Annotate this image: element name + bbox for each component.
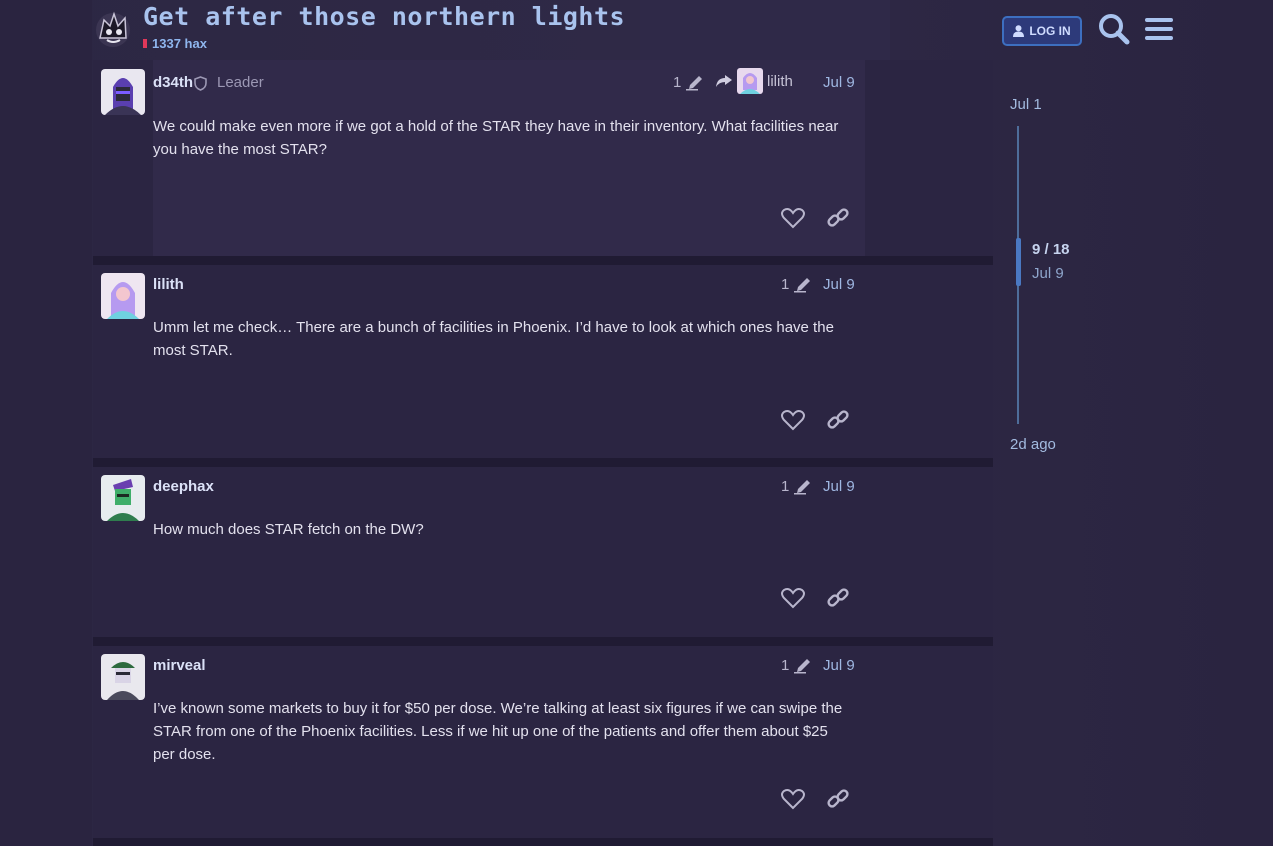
edit-count: 1 (781, 657, 790, 674)
post-date[interactable]: Jul 9 (823, 657, 855, 674)
reply-to-username: lilith (767, 72, 793, 90)
hamburger-menu-icon[interactable] (1142, 12, 1176, 46)
pencil-icon (794, 658, 811, 673)
avatar[interactable] (101, 273, 145, 319)
shield-icon (194, 76, 207, 91)
edit-count: 1 (781, 276, 790, 293)
category-label: 1337 hax (152, 36, 207, 51)
avatar[interactable] (101, 654, 145, 700)
edit-history-button[interactable]: 1 (781, 276, 813, 293)
username[interactable]: mirveal (153, 657, 206, 674)
timeline-handle[interactable] (1016, 238, 1021, 286)
heart-icon[interactable] (780, 407, 806, 433)
post-divider (93, 458, 993, 467)
pencil-icon (686, 75, 703, 90)
user-icon (1013, 25, 1025, 37)
post-mirveal: mirveal 1 Jul 9 I’ve known some markets … (93, 646, 993, 838)
pencil-icon (794, 277, 811, 292)
heart-icon[interactable] (780, 786, 806, 812)
post-divider (93, 838, 993, 846)
login-label: LOG IN (1029, 24, 1071, 38)
user-title: Leader (217, 74, 264, 91)
timeline-position: 9 / 18 (1032, 241, 1070, 258)
site-header: Get after those northern lights 1337 hax… (0, 0, 1273, 58)
post-deephax: deephax 1 Jul 9 How much does STAR fetch… (93, 467, 993, 637)
timeline-start-date[interactable]: Jul 1 (1010, 96, 1042, 113)
username[interactable]: d34th (153, 74, 193, 91)
login-button[interactable]: LOG IN (1002, 16, 1082, 46)
heart-icon[interactable] (780, 205, 806, 231)
reply-arrow-icon (716, 75, 732, 87)
post-date[interactable]: Jul 9 (823, 74, 855, 91)
category-color-swatch (143, 39, 147, 48)
edit-history-button[interactable]: 1 (673, 74, 705, 91)
post-divider (93, 256, 993, 265)
pencil-icon (794, 479, 811, 494)
username[interactable]: lilith (153, 276, 184, 293)
link-icon[interactable] (825, 407, 851, 433)
post-divider (93, 637, 993, 646)
edit-history-button[interactable]: 1 (781, 657, 813, 674)
edit-count: 1 (673, 74, 682, 91)
avatar[interactable] (101, 475, 145, 521)
link-icon[interactable] (825, 786, 851, 812)
link-icon[interactable] (825, 585, 851, 611)
post-lilith: lilith 1 Jul 9 Umm let me check… There a… (93, 265, 993, 458)
timeline-position-date: Jul 9 (1032, 265, 1064, 282)
post-body: Umm let me check… There are a bunch of f… (153, 319, 834, 359)
timeline-end-date[interactable]: 2d ago (1010, 436, 1056, 453)
topic-title[interactable]: Get after those northern lights (143, 2, 625, 31)
reply-to-tab[interactable]: lilith (715, 68, 793, 94)
avatar[interactable] (101, 69, 145, 115)
search-icon[interactable] (1097, 12, 1131, 46)
post-body: We could make even more if we got a hold… (153, 118, 839, 158)
link-icon[interactable] (825, 205, 851, 231)
post-date[interactable]: Jul 9 (823, 276, 855, 293)
avatar (737, 68, 763, 94)
edit-history-button[interactable]: 1 (781, 478, 813, 495)
post-body: I’ve known some markets to buy it for $5… (153, 700, 843, 763)
category-badge[interactable]: 1337 hax (143, 36, 207, 51)
edit-count: 1 (781, 478, 790, 495)
post-body: How much does STAR fetch on the DW? (153, 521, 424, 538)
post-date[interactable]: Jul 9 (823, 478, 855, 495)
username[interactable]: deephax (153, 478, 214, 495)
heart-icon[interactable] (780, 585, 806, 611)
post-d34th: d34th Leader 1 lilith Jul 9 We could mak… (93, 60, 993, 256)
site-logo[interactable] (92, 8, 136, 50)
